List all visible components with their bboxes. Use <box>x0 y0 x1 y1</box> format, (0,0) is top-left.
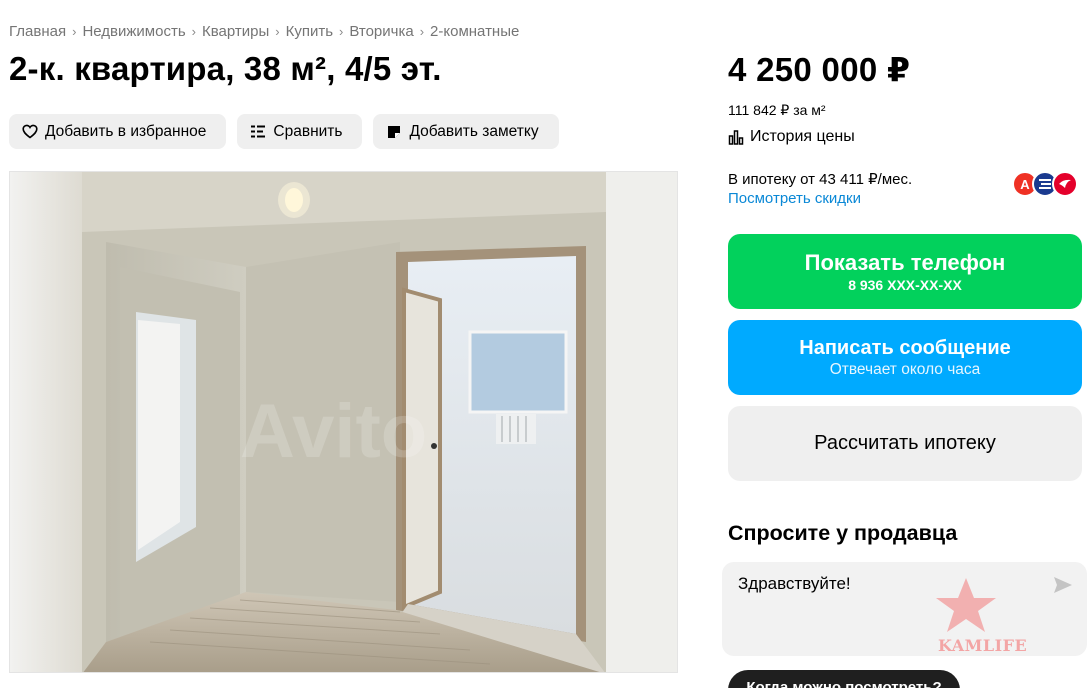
show-phone-button[interactable]: Показать телефон 8 936 XXX-XX-XX <box>728 234 1082 309</box>
response-time: Отвечает около часа <box>829 360 981 378</box>
apartment-hallway-image: Avito <box>10 172 677 672</box>
ask-seller-heading: Спросите у продавца <box>728 521 958 545</box>
chevron-right-icon: › <box>339 24 344 39</box>
add-to-favorites-button[interactable]: Добавить в избранное <box>9 114 227 149</box>
price-total: 4 250 000 ₽ <box>728 51 911 88</box>
breadcrumb-buy[interactable]: Купить <box>286 23 333 40</box>
send-icon[interactable] <box>1053 576 1073 599</box>
show-phone-label: Показать телефон <box>804 249 1006 275</box>
svg-text:Avito: Avito <box>240 389 427 474</box>
chevron-right-icon: › <box>275 24 280 39</box>
chevron-right-icon: › <box>419 24 425 39</box>
when-can-i-view-chip[interactable]: Когда можно посмотреть? <box>728 670 960 688</box>
listing-photo[interactable]: Avito <box>9 171 678 673</box>
listing-actions: Добавить в избранное Сравнить Добавить з… <box>9 114 559 149</box>
phone-number: 8 936 XXX-XX-XX <box>848 276 962 293</box>
write-message-label: Написать сообщение <box>799 336 1011 359</box>
price-history-label: История цены <box>750 128 855 145</box>
add-note-label: Добавить заметку <box>409 122 539 140</box>
bar-chart-icon <box>728 129 744 145</box>
breadcrumb: Главная › Недвижимость › Квартиры › Купи… <box>9 23 519 40</box>
compare-label: Сравнить <box>273 122 343 140</box>
breadcrumb-home[interactable]: Главная <box>9 23 66 40</box>
calculate-mortgage-label: Рассчитать ипотеку <box>814 432 996 454</box>
price-history-link[interactable]: История цены <box>728 128 855 146</box>
price-per-meter: 111 842 ₽ за м² <box>728 102 826 118</box>
heart-icon <box>21 123 39 141</box>
sovcombank-icon <box>1052 171 1078 197</box>
breadcrumb-real-estate[interactable]: Недвижимость <box>82 23 185 40</box>
add-note-button[interactable]: Добавить заметку <box>373 114 559 149</box>
note-icon <box>385 123 403 141</box>
breadcrumb-apartments[interactable]: Квартиры <box>202 23 269 40</box>
add-to-favorites-label: Добавить в избранное <box>45 122 207 140</box>
bank-logos: А <box>1012 171 1078 197</box>
compare-button[interactable]: Сравнить <box>237 114 363 149</box>
calculate-mortgage-button[interactable]: Рассчитать ипотеку <box>728 406 1082 481</box>
chevron-right-icon: › <box>191 24 196 39</box>
compare-icon <box>249 123 267 141</box>
breadcrumb-two-room[interactable]: 2-комнатные <box>430 23 519 40</box>
mortgage-text: В ипотеку от 43 411 ₽/мес. <box>728 171 913 188</box>
seller-message-box: Здравствуйте! <box>722 562 1087 656</box>
page-title: 2-к. квартира, 38 м², 4/5 эт. <box>9 50 442 87</box>
see-discounts-link[interactable]: Посмотреть скидки <box>728 190 861 207</box>
breadcrumb-secondary[interactable]: Вторичка <box>349 23 413 40</box>
message-input[interactable]: Здравствуйте! <box>738 574 1038 644</box>
write-message-button[interactable]: Написать сообщение Отвечает около часа <box>728 320 1082 395</box>
chevron-right-icon: › <box>72 24 77 39</box>
